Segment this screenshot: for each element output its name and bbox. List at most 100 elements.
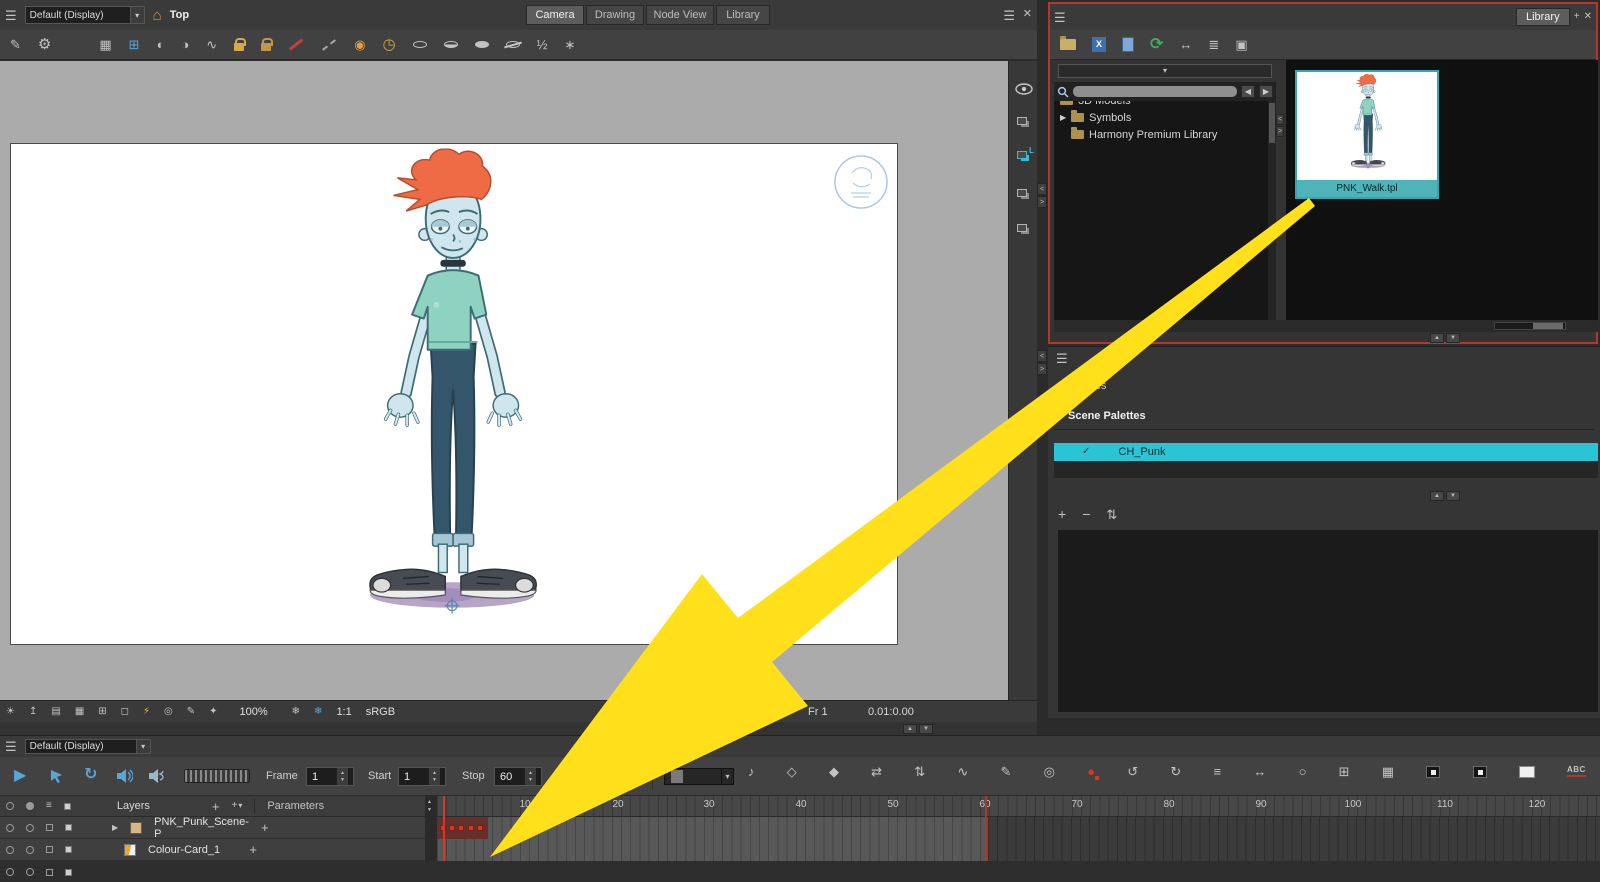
outline-box-icon[interactable]: ◻ xyxy=(121,707,129,717)
palette-row-ch-punk[interactable]: ✓ CH_Punk xyxy=(1054,443,1598,461)
ellipse-outline-icon[interactable] xyxy=(413,41,427,48)
sound-button[interactable] xyxy=(116,769,133,783)
scene-settings-icon[interactable]: ⚙ xyxy=(38,37,51,52)
lock-toggle-icon[interactable] xyxy=(46,824,53,831)
curve-tool-icon[interactable]: ∿ xyxy=(206,38,217,51)
scroll-down-icon[interactable]: ▼ xyxy=(919,724,933,734)
library-selector-dropdown[interactable]: ▾ xyxy=(1058,64,1272,78)
field-chart-icon[interactable]: ⊞ xyxy=(98,707,106,717)
play-button[interactable]: ▶ xyxy=(14,768,26,784)
splitter-collapse-buttons[interactable]: < > xyxy=(1037,350,1047,375)
abc-spelling-icon[interactable]: ABC xyxy=(1567,766,1586,777)
thumbnail-view-icon[interactable]: ▣ xyxy=(1235,38,1247,51)
collapse-left-icon[interactable]: < xyxy=(1037,350,1047,362)
pencil-pressure-icon[interactable]: ½ xyxy=(537,38,548,51)
circle-target-icon[interactable]: ○ xyxy=(1299,765,1307,778)
tree-item-symbols[interactable]: ▶ Symbols xyxy=(1054,109,1268,126)
enable-toggle-icon[interactable] xyxy=(6,802,14,810)
snowflake-blue-icon[interactable]: ❄ xyxy=(314,707,322,717)
swap-horizontal-icon[interactable]: ⇄ xyxy=(871,765,882,778)
view-menu-icon[interactable]: ☰ xyxy=(1003,9,1015,22)
fps-dropdown[interactable]: 24 ▾ xyxy=(582,767,638,786)
ease-curve-icon[interactable]: ∿ xyxy=(957,765,968,778)
camera-view[interactable] xyxy=(0,61,1008,700)
tree-item-harmony-premium-library[interactable]: Harmony Premium Library xyxy=(1054,126,1268,143)
lock-toggle-icon[interactable] xyxy=(46,869,53,876)
start-input[interactable]: 1 ▲▼ xyxy=(398,767,446,786)
palette-scroll-buttons[interactable]: ▲ ▼ xyxy=(1430,491,1460,501)
library-splitter-buttons[interactable]: < > xyxy=(1276,114,1284,137)
list-options-icon[interactable]: ≡ xyxy=(1214,765,1222,778)
colorbox-icon[interactable] xyxy=(65,869,72,876)
tree-item-3d-models[interactable]: 3D Models xyxy=(1054,101,1268,109)
tree-scrollbar[interactable] xyxy=(1268,101,1276,320)
delete-template-icon[interactable]: X xyxy=(1092,37,1106,52)
add-parameter-icon[interactable]: + xyxy=(249,843,257,856)
solo-toggle-icon[interactable] xyxy=(26,802,34,810)
layer-stack-icon[interactable] xyxy=(1017,224,1027,232)
field-grid-icon[interactable]: ⊞ xyxy=(129,38,140,51)
timeline-zoom-slider[interactable]: ▾ xyxy=(664,768,734,785)
target-icon[interactable]: ◎ xyxy=(164,707,173,717)
panel-menu-icon[interactable]: ☰ xyxy=(5,740,17,753)
ellipse-filled-icon[interactable] xyxy=(475,41,489,48)
template-list-area[interactable]: PNK_Walk.tpl xyxy=(1286,60,1598,320)
library-hscroll[interactable] xyxy=(1054,320,1598,332)
layer-track-colour-card[interactable] xyxy=(437,839,1600,861)
grid-large-icon[interactable]: ⊞ xyxy=(1339,765,1350,778)
white-frame-icon[interactable] xyxy=(1519,766,1535,778)
pencil-tilt-icon[interactable]: ∗ xyxy=(564,38,575,51)
volume-slider[interactable] xyxy=(184,769,250,783)
swap-vertical-icon[interactable]: ⇅ xyxy=(914,765,925,778)
search-next-icon[interactable]: ▶ xyxy=(1259,85,1273,98)
colorbox-icon[interactable] xyxy=(64,803,71,810)
enable-toggle-icon[interactable] xyxy=(6,868,14,876)
solo-toggle-icon[interactable] xyxy=(26,868,34,876)
apply-next-icon[interactable]: ↥ xyxy=(29,707,37,717)
close-view-icon[interactable]: ✕ xyxy=(1023,9,1032,20)
list-view-icon[interactable]: ≣ xyxy=(1208,38,1219,51)
collapse-right-icon[interactable]: > xyxy=(1037,196,1047,208)
search-prev-icon[interactable]: ◀ xyxy=(1241,85,1255,98)
panel-menu-icon[interactable]: ☰ xyxy=(1056,352,1068,365)
enable-toggle-icon[interactable] xyxy=(6,824,14,832)
layer-stack-active-icon[interactable] xyxy=(1017,151,1027,159)
keyframe-marker[interactable] xyxy=(449,825,455,831)
grid-icon[interactable]: ▦ xyxy=(99,38,111,51)
snowflake-icon[interactable]: ❄ xyxy=(292,707,300,717)
tab-library[interactable]: Library xyxy=(716,5,770,25)
sound-scrub-button[interactable] xyxy=(148,769,165,783)
onion-skin-next-icon[interactable]: ◑ xyxy=(181,38,189,51)
zoom-level-value[interactable]: 100% xyxy=(240,706,268,718)
palette-row-empty[interactable] xyxy=(1054,461,1598,478)
collapse-left-icon[interactable]: < xyxy=(1276,114,1284,125)
start-spinner[interactable]: ▲▼ xyxy=(428,768,440,785)
refresh-icon[interactable]: ⟳ xyxy=(1150,37,1163,53)
layer-stack-icon[interactable] xyxy=(1017,189,1027,197)
view-scroll-buttons[interactable]: ▲ ▼ xyxy=(903,724,933,734)
expand-range-icon[interactable]: ↔ xyxy=(1253,765,1266,778)
layer-row-pnk-punk[interactable]: ▶ PNK_Punk_Scene-P + xyxy=(0,817,425,839)
chevron-down-icon[interactable]: ▾ xyxy=(721,769,733,784)
ellipse-half-icon[interactable] xyxy=(444,41,458,48)
tab-drawing[interactable]: Drawing xyxy=(586,5,644,25)
layer-track-pnk-punk[interactable] xyxy=(437,817,1600,839)
add-layer-menu-icon[interactable]: + ▾ xyxy=(231,801,242,811)
onion-marker-icon[interactable]: ◎ xyxy=(1044,765,1055,778)
stop-spinner[interactable]: ▲▼ xyxy=(524,768,536,785)
bulb-icon[interactable]: ☀ xyxy=(6,707,15,717)
template-card-pnk-walk[interactable]: PNK_Walk.tpl xyxy=(1295,70,1439,199)
film-icon[interactable]: ▤ xyxy=(51,707,60,717)
edit-icon[interactable]: ✎ xyxy=(187,707,195,717)
expander-icon[interactable]: ▶ xyxy=(1060,114,1066,122)
scroll-up-icon[interactable]: ▲ xyxy=(1430,333,1444,343)
red-stroke-icon[interactable] xyxy=(289,39,303,51)
search-input[interactable] xyxy=(1073,86,1237,97)
keyframe-marker[interactable] xyxy=(477,825,483,831)
add-drawing-icon[interactable]: ✎ xyxy=(10,38,21,51)
undo-icon[interactable]: ↺ xyxy=(1127,765,1138,778)
lock-icon[interactable] xyxy=(234,43,244,51)
keyframe-marker[interactable] xyxy=(458,825,464,831)
loop-button[interactable]: ↻ xyxy=(84,767,97,783)
scroll-down-icon[interactable]: ▼ xyxy=(1446,491,1460,501)
